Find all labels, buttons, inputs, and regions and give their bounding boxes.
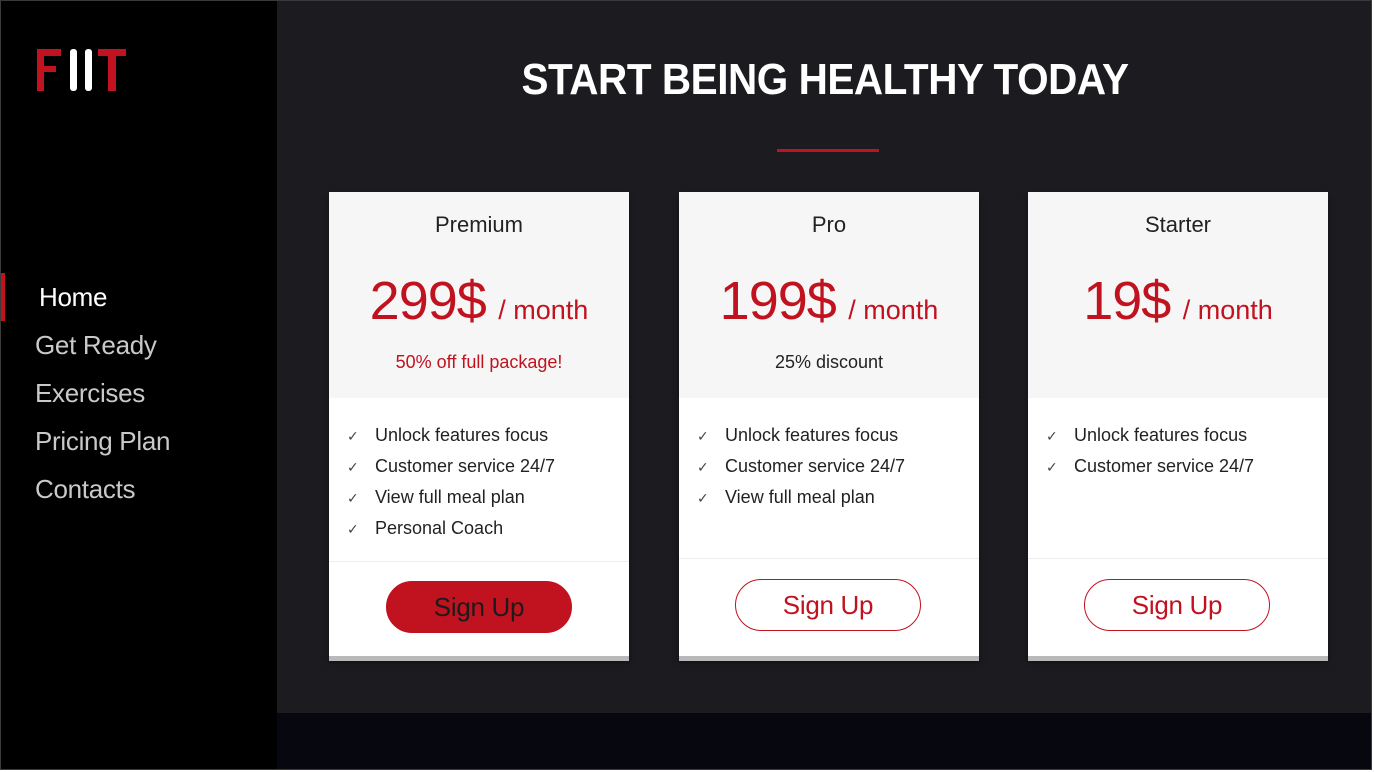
title-divider xyxy=(777,149,879,152)
check-icon: ✓ xyxy=(347,458,359,475)
feature-label: Customer service 24/7 xyxy=(1074,456,1255,476)
page-title: START BEING HEALTHY TODAY xyxy=(521,55,1129,104)
price: 299$ / month xyxy=(329,270,629,332)
feature-item: ✓ Customer service 24/7 xyxy=(347,451,555,482)
feature-list: ✓ Unlock features focus ✓ Customer service… xyxy=(1046,420,1254,482)
nav-item-home[interactable]: Home xyxy=(1,269,277,321)
sign-up-button-premium[interactable]: Sign Up xyxy=(386,581,572,633)
sign-up-button-starter[interactable]: Sign Up xyxy=(1084,579,1270,631)
nav-item-get-ready[interactable]: Get Ready xyxy=(1,317,277,365)
card-divider xyxy=(329,561,629,562)
pricing-card-pro: Pro 199$ / month 25% discount ✓ Unlock fe… xyxy=(679,192,979,656)
price: 19$ / month xyxy=(1028,270,1328,332)
price-amount: 299$ xyxy=(369,271,487,331)
pricing-card-starter: Starter 19$ / month ✓ Unlock features foc… xyxy=(1028,192,1328,656)
footer-strip xyxy=(277,713,1371,769)
feature-item: ✓ Unlock features focus xyxy=(347,420,555,451)
check-icon: ✓ xyxy=(697,489,709,506)
check-icon: ✓ xyxy=(347,427,359,444)
feature-label: Personal Coach xyxy=(375,518,504,538)
feature-item: ✓ Customer service 24/7 xyxy=(1046,451,1254,482)
feature-item: ✓ Unlock features focus xyxy=(697,420,905,451)
promo-text: 25% discount xyxy=(774,352,884,372)
check-icon: ✓ xyxy=(697,458,709,475)
feature-item: ✓ Unlock features focus xyxy=(1046,420,1254,451)
card-divider xyxy=(1028,558,1328,559)
feature-list: ✓ Unlock features focus ✓ Customer service… xyxy=(347,420,555,544)
feature-label: View full meal plan xyxy=(725,487,875,507)
price-period: / month xyxy=(1182,295,1273,325)
check-icon: ✓ xyxy=(347,489,359,506)
price-amount: 199$ xyxy=(719,271,837,331)
app-window: Home Get Ready Exercises Pricing Plan Co… xyxy=(0,0,1372,770)
plan-name: Starter xyxy=(1144,212,1212,237)
price-amount: 19$ xyxy=(1083,271,1171,331)
nav-item-contacts[interactable]: Contacts xyxy=(1,461,277,509)
price-period: / month xyxy=(848,295,939,325)
plan-name: Premium xyxy=(434,212,523,237)
pricing-card-premium: Premium 299$ / month 50% off full packag… xyxy=(329,192,629,656)
check-icon: ✓ xyxy=(697,427,709,444)
fiit-logo[interactable] xyxy=(35,41,127,95)
feature-label: Unlock features focus xyxy=(375,425,549,445)
feature-item: ✓ View full meal plan xyxy=(697,482,905,513)
nav-item-pricing-plan[interactable]: Pricing Plan xyxy=(1,413,277,461)
feature-item: ✓ Customer service 24/7 xyxy=(697,451,905,482)
plan-name: Pro xyxy=(811,212,847,237)
price-period: / month xyxy=(498,295,589,325)
card-header: Pro 199$ / month 25% discount xyxy=(679,192,979,398)
feature-list: ✓ Unlock features focus ✓ Customer service… xyxy=(697,420,905,513)
feature-item: ✓ Personal Coach xyxy=(347,513,555,544)
price: 199$ / month xyxy=(679,270,979,332)
feature-item: ✓ View full meal plan xyxy=(347,482,555,513)
feature-label: View full meal plan xyxy=(375,487,525,507)
feature-label: Unlock features focus xyxy=(725,425,899,445)
card-header: Starter 19$ / month xyxy=(1028,192,1328,398)
pricing-section: START BEING HEALTHY TODAY Premium 299$ /… xyxy=(277,1,1371,713)
sign-up-button-pro[interactable]: Sign Up xyxy=(735,579,921,631)
feature-label: Customer service 24/7 xyxy=(375,456,556,476)
promo-text: 50% off full package! xyxy=(395,352,563,372)
nav-item-exercises[interactable]: Exercises xyxy=(1,365,277,413)
card-header: Premium 299$ / month 50% off full packag… xyxy=(329,192,629,398)
feature-label: Customer service 24/7 xyxy=(725,456,906,476)
main-nav: Home Get Ready Exercises Pricing Plan Co… xyxy=(1,269,277,509)
card-divider xyxy=(679,558,979,559)
sidebar: Home Get Ready Exercises Pricing Plan Co… xyxy=(1,1,277,769)
check-icon: ✓ xyxy=(1046,458,1058,475)
check-icon: ✓ xyxy=(1046,427,1058,444)
check-icon: ✓ xyxy=(347,520,359,537)
feature-label: Unlock features focus xyxy=(1074,425,1248,445)
